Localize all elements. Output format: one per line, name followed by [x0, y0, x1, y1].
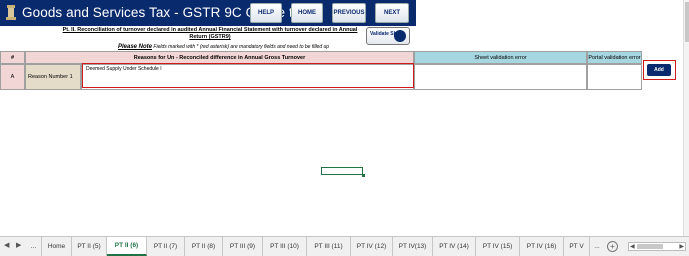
note-label: Please Note	[118, 44, 153, 50]
tab-pt-iii-11[interactable]: PT III (11)	[307, 237, 351, 256]
validate-sheet-button[interactable]: Validate Sheet	[366, 27, 410, 45]
tab-pt-ii-5[interactable]: PT II (5)	[72, 237, 107, 256]
tab-pt-iv-15[interactable]: PT IV (15)	[476, 237, 520, 256]
tab-pt-ii-8[interactable]: PT II (8)	[185, 237, 223, 256]
row-number: A	[0, 64, 25, 90]
col-header-sheet-error: Sheet validation error	[414, 51, 587, 64]
spreadsheet: Goods and Services Tax - GSTR 9C Offline…	[0, 0, 689, 256]
tab-pt-iv-13[interactable]: PT IV(13)	[393, 237, 433, 256]
selected-cell[interactable]	[321, 167, 365, 177]
tab-pt-iv-14[interactable]: PT IV (14)	[433, 237, 476, 256]
tab-home[interactable]: Home	[42, 237, 72, 256]
h-scroll-thumb[interactable]	[637, 244, 663, 249]
tab-pt-iii-9[interactable]: PT III (9)	[223, 237, 263, 256]
row-label: Reason Number 1	[25, 64, 81, 90]
note-text: Fields marked with * (red asterisk) are …	[153, 44, 330, 50]
validate-icon	[394, 30, 406, 42]
scroll-left-icon[interactable]: ◀	[630, 243, 635, 250]
please-note: Please Note Fields marked with * (red as…	[118, 44, 329, 50]
col-header-number: #	[0, 51, 25, 64]
sheet-tab-bar: ◀ ▶ ... Home PT II (5) PT II (6) PT II (…	[0, 236, 689, 256]
emblem-icon	[6, 5, 16, 20]
tab-pt-iv-16[interactable]: PT IV (16)	[520, 237, 564, 256]
portal-error-cell[interactable]	[587, 64, 642, 90]
next-sheet-icon[interactable]: ▶	[16, 241, 21, 249]
col-header-portal-error: Portal validation error	[587, 51, 642, 64]
tab-pt-iv-12[interactable]: PT IV (12)	[351, 237, 393, 256]
tab-pt-ii-6[interactable]: PT II (6)	[107, 237, 147, 256]
horizontal-scrollbar[interactable]: ◀ ▶	[628, 242, 686, 251]
reason-input[interactable]: Deemed Supply Under Schedule I	[82, 63, 414, 88]
section-title: Pt. II. Reconciliation of turnover decla…	[62, 27, 358, 40]
previous-button[interactable]: PREVIOUS	[332, 3, 366, 23]
prev-sheet-icon[interactable]: ◀	[4, 241, 9, 249]
tab-pt-v[interactable]: PT V	[564, 237, 590, 256]
header-bar: Goods and Services Tax - GSTR 9C Offline…	[0, 0, 416, 26]
scroll-right-icon[interactable]: ▶	[679, 243, 684, 250]
home-button[interactable]: HOME	[291, 3, 323, 23]
help-button[interactable]: HELP	[250, 3, 282, 23]
tabs-more-right[interactable]: ...	[590, 237, 604, 256]
sheet-error-cell[interactable]	[414, 64, 587, 90]
add-button[interactable]: Add	[647, 64, 671, 76]
tab-pt-ii-7[interactable]: PT II (7)	[147, 237, 185, 256]
scroll-thumb[interactable]	[685, 2, 689, 42]
vertical-scrollbar[interactable]	[683, 0, 689, 236]
next-button[interactable]: NEXT	[375, 3, 409, 23]
add-sheet-icon[interactable]: +	[607, 241, 618, 252]
tab-pt-iii-10[interactable]: PT III (10)	[263, 237, 307, 256]
tabs-more-left[interactable]: ...	[26, 237, 42, 256]
